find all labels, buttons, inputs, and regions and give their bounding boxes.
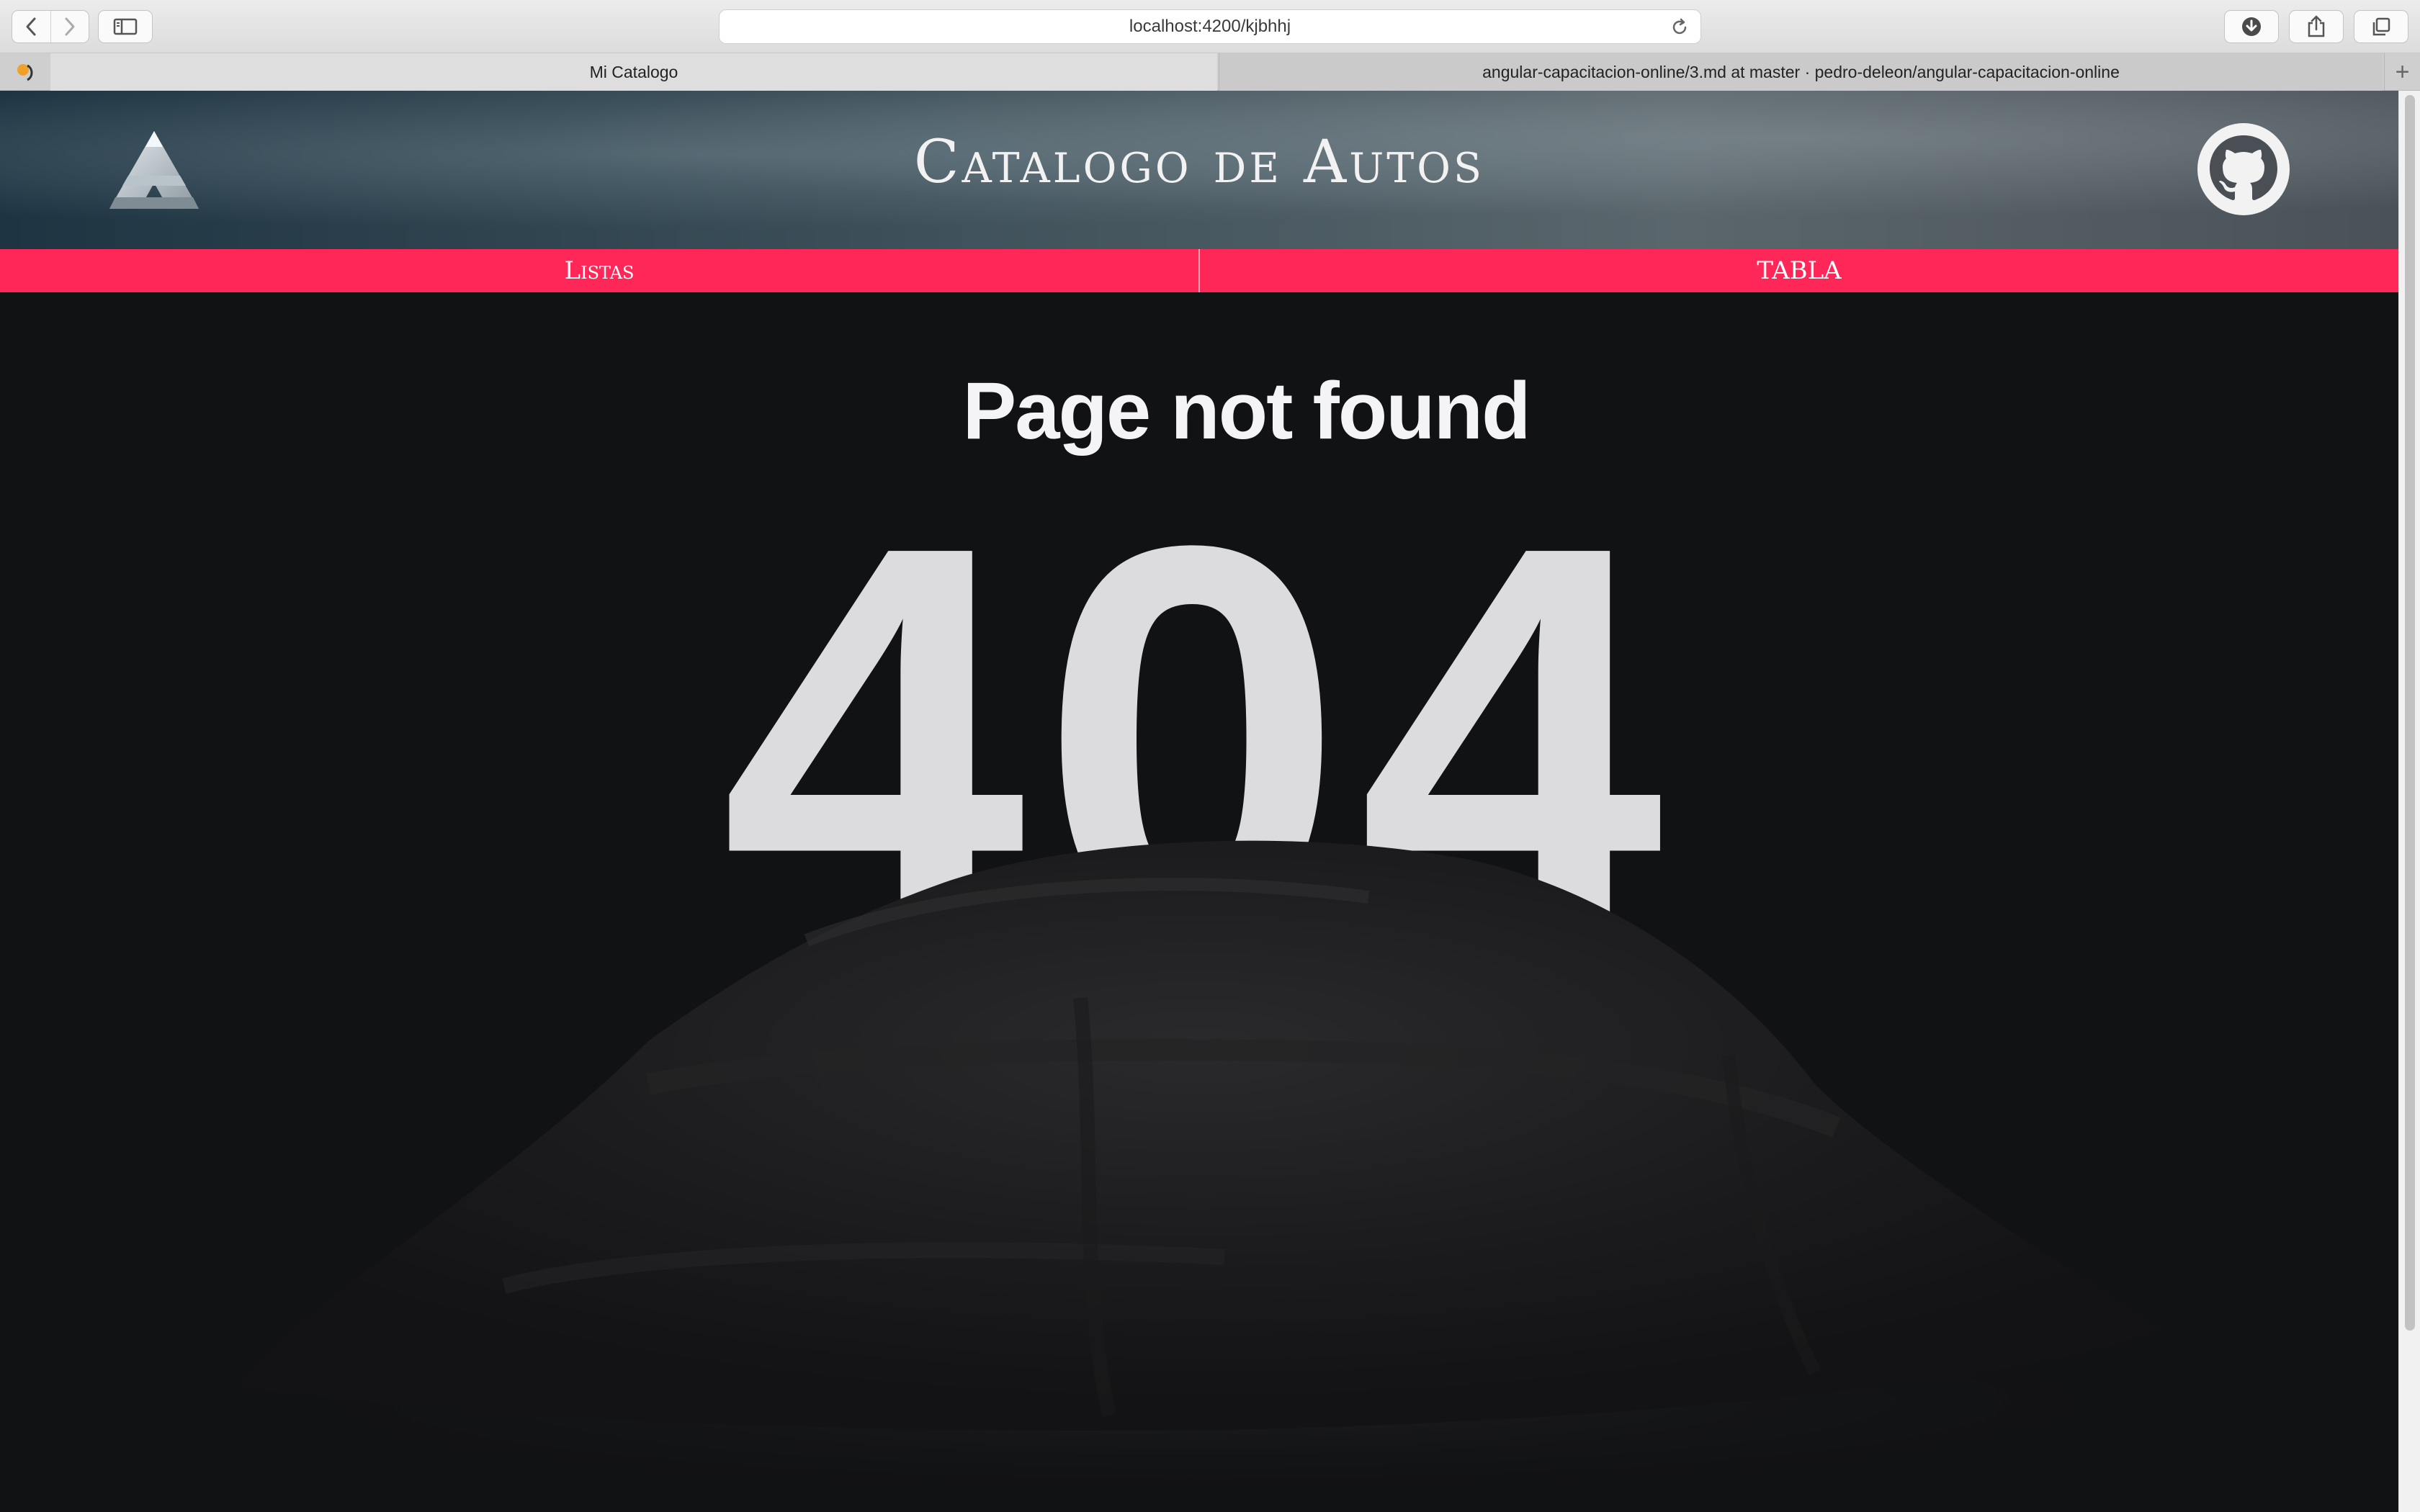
- favicon-icon: [17, 64, 33, 81]
- download-icon: [2242, 17, 2261, 36]
- page-viewport: Catalogo de Autos Listas TABLA Page not …: [0, 91, 2398, 1512]
- address-bar[interactable]: localhost:4200/kjbhhj: [719, 9, 1701, 44]
- tab-title: angular-capacitacion-online/3.md at mast…: [1482, 62, 2120, 81]
- menu-item-tabla[interactable]: TABLA: [1198, 249, 2398, 292]
- chevron-left-icon: [26, 17, 36, 36]
- share-icon: [2308, 15, 2325, 37]
- downloads-button[interactable]: [2224, 10, 2279, 43]
- back-button[interactable]: [12, 11, 50, 42]
- reload-icon[interactable]: [1670, 18, 1689, 37]
- plus-icon: +: [2395, 58, 2410, 86]
- sidebar-toggle-button[interactable]: [98, 10, 153, 43]
- tab-title: Mi Catalogo: [589, 62, 678, 81]
- covered-car-illustration: [155, 840, 2244, 1502]
- new-tab-button[interactable]: +: [2384, 53, 2420, 91]
- chevron-right-icon: [65, 17, 75, 36]
- github-icon[interactable]: [2197, 122, 2290, 216]
- tabs-icon: [2372, 17, 2390, 36]
- tab-mi-catalogo[interactable]: Mi Catalogo: [50, 53, 1217, 91]
- page-scrollbar[interactable]: [2398, 91, 2420, 1512]
- main-menu: Listas TABLA: [0, 249, 2398, 292]
- tab-bar: Mi Catalogo angular-capacitacion-online/…: [0, 53, 2420, 91]
- share-button[interactable]: [2289, 10, 2344, 43]
- pinned-tab-icon[interactable]: [12, 58, 40, 86]
- site-header: Catalogo de Autos: [0, 91, 2398, 249]
- browser-toolbar: localhost:4200/kjbhhj: [0, 0, 2420, 53]
- scrollbar-thumb[interactable]: [2405, 95, 2415, 1331]
- sidebar-icon: [113, 18, 138, 35]
- forward-button[interactable]: [50, 11, 89, 42]
- history-nav: [12, 10, 89, 43]
- tab-github[interactable]: angular-capacitacion-online/3.md at mast…: [1219, 53, 2383, 91]
- url-text: localhost:4200/kjbhhj: [1129, 17, 1291, 36]
- menu-item-listas[interactable]: Listas: [0, 249, 1198, 292]
- site-title: Catalogo de Autos: [913, 128, 1485, 197]
- tab-overview-button[interactable]: [2354, 10, 2408, 43]
